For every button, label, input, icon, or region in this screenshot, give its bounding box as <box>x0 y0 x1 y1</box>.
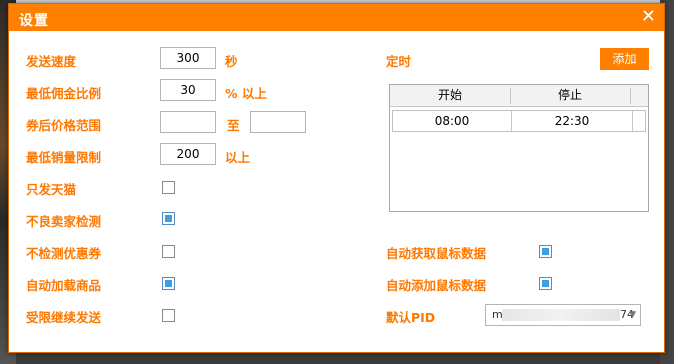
row-stop-time: 22:30 <box>554 114 590 128</box>
send-speed-label: 发送速度 <box>26 54 77 69</box>
schedule-table: 开始 停止 08:00 22:30 <box>389 84 649 212</box>
price-range-separator: 至 <box>227 118 240 133</box>
dialog-title: 设置 <box>19 13 49 29</box>
add-schedule-button[interactable]: 添加 <box>600 48 649 70</box>
send-speed-unit: 秒 <box>225 54 238 69</box>
no-coupon-check-checkbox[interactable] <box>162 245 175 258</box>
chevron-down-icon[interactable]: ▼ <box>629 305 636 325</box>
auto-load-goods-checkbox[interactable] <box>162 277 175 290</box>
continue-when-limited-checkbox[interactable] <box>162 309 175 322</box>
column-header-stop[interactable]: 停止 <box>511 85 629 106</box>
column-header-start[interactable]: 开始 <box>390 85 510 106</box>
column-divider <box>630 88 631 104</box>
auto-add-mouse-label: 自动添加鼠标数据 <box>386 278 487 293</box>
bad-seller-check-checkbox[interactable] <box>162 212 175 225</box>
min-commission-unit: % 以上 <box>225 86 267 101</box>
bad-seller-check-label: 不良卖家检测 <box>26 214 102 229</box>
price-range-from-input[interactable] <box>160 111 216 133</box>
close-icon[interactable]: ✕ <box>641 7 656 27</box>
auto-get-mouse-checkbox[interactable] <box>539 245 552 258</box>
default-pid-label: 默认PID <box>386 310 436 325</box>
column-divider <box>632 111 633 131</box>
auto-load-goods-label: 自动加载商品 <box>26 278 102 293</box>
tmall-only-checkbox[interactable] <box>162 181 175 194</box>
schedule-label: 定时 <box>386 54 412 69</box>
min-sales-input[interactable]: 200 <box>160 143 216 165</box>
price-range-label: 券后价格范围 <box>26 118 102 133</box>
schedule-table-header: 开始 停止 <box>390 85 648 107</box>
price-range-to-input[interactable] <box>250 111 306 133</box>
min-sales-unit: 以上 <box>225 150 251 165</box>
min-commission-input[interactable]: 30 <box>160 79 216 101</box>
tmall-only-label: 只发天猫 <box>26 182 77 197</box>
pid-redacted <box>502 309 620 321</box>
min-commission-label: 最低佣金比例 <box>26 86 102 101</box>
min-sales-label: 最低销量限制 <box>26 150 102 165</box>
settings-dialog: 设置 ✕ 发送速度 300 秒 最低佣金比例 30 % 以上 券后价格范围 至 … <box>8 3 665 353</box>
no-coupon-check-label: 不检测优惠券 <box>26 246 102 261</box>
auto-get-mouse-label: 自动获取鼠标数据 <box>386 246 487 261</box>
row-start-time: 08:00 <box>434 114 470 128</box>
dialog-titlebar: 设置 ✕ <box>9 4 664 31</box>
default-pid-select[interactable]: m 74 ▼ <box>485 304 641 326</box>
table-row[interactable]: 08:00 22:30 <box>392 110 646 132</box>
send-speed-input[interactable]: 300 <box>160 47 216 69</box>
continue-when-limited-label: 受限继续发送 <box>26 310 102 325</box>
auto-add-mouse-checkbox[interactable] <box>539 277 552 290</box>
